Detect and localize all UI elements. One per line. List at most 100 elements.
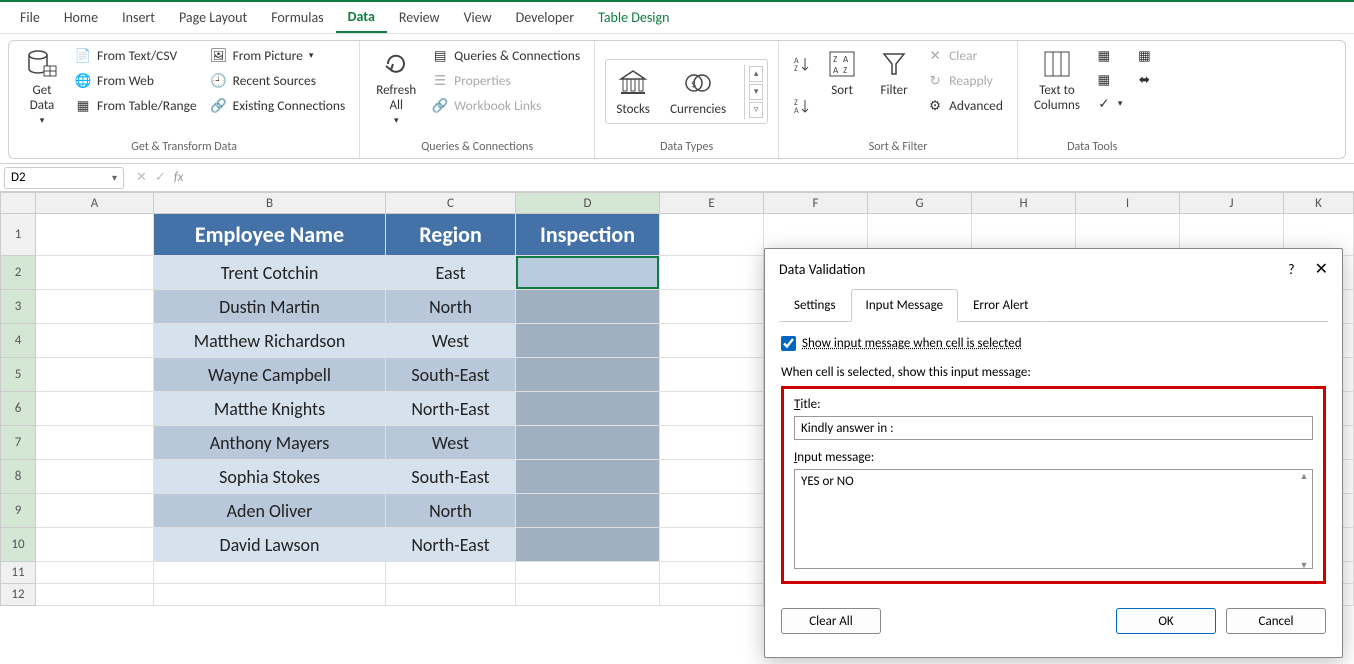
col-header-d[interactable]: D <box>516 192 660 214</box>
cell-d2[interactable] <box>516 256 660 290</box>
col-header-f[interactable]: F <box>764 192 868 214</box>
from-web-button[interactable]: 🌐From Web <box>71 70 201 91</box>
row-header-7[interactable]: 7 <box>0 426 36 460</box>
tab-input-message[interactable]: Input Message <box>851 289 959 322</box>
row-header-10[interactable]: 10 <box>0 528 36 562</box>
text-to-columns-button[interactable]: Text to Columns <box>1028 45 1086 115</box>
advanced-filter-button[interactable]: ⚙Advanced <box>923 95 1007 116</box>
currencies-type-button[interactable]: $ Currencies <box>664 64 732 119</box>
from-table-range-button[interactable]: ▦From Table/Range <box>71 95 201 116</box>
menu-view[interactable]: View <box>452 3 504 32</box>
gallery-scroller[interactable]: ▴▾▿ <box>744 65 763 119</box>
table-row[interactable]: East <box>386 256 516 290</box>
table-row[interactable]: North-East <box>386 392 516 426</box>
tab-settings[interactable]: Settings <box>779 289 851 322</box>
sort-asc-button[interactable]: AZ <box>789 54 813 74</box>
show-input-message-label[interactable]: Show input message when cell is selected <box>802 336 1022 351</box>
col-header-b[interactable]: B <box>154 192 386 214</box>
consolidate-button[interactable]: ▦ <box>1132 45 1156 65</box>
table-row[interactable]: Matthew Richardson <box>154 324 386 358</box>
table-row[interactable]: North <box>386 290 516 324</box>
sort-button[interactable]: ZAAZ Sort <box>819 45 865 100</box>
col-header-k[interactable]: K <box>1284 192 1354 214</box>
help-button[interactable]: ? <box>1288 261 1295 278</box>
cell[interactable] <box>516 528 660 562</box>
table-row[interactable]: Sophia Stokes <box>154 460 386 494</box>
menu-insert[interactable]: Insert <box>110 3 167 32</box>
row-header-8[interactable]: 8 <box>0 460 36 494</box>
table-row[interactable]: South-East <box>386 460 516 494</box>
table-row[interactable]: West <box>386 324 516 358</box>
cell[interactable] <box>516 460 660 494</box>
cancel-button[interactable]: Cancel <box>1226 608 1326 634</box>
show-input-message-checkbox[interactable] <box>781 336 796 351</box>
input-message-textarea[interactable] <box>794 469 1313 569</box>
table-header-employee[interactable]: Employee Name <box>154 214 386 256</box>
col-header-h[interactable]: H <box>972 192 1076 214</box>
row-header-2[interactable]: 2 <box>0 256 36 290</box>
table-header-region[interactable]: Region <box>386 214 516 256</box>
data-validation-button[interactable]: ✓▾ <box>1092 93 1127 113</box>
sort-desc-button[interactable]: ZA <box>789 96 813 116</box>
title-input[interactable] <box>794 416 1313 440</box>
clear-all-button[interactable]: Clear All <box>781 608 881 634</box>
menu-home[interactable]: Home <box>52 3 110 32</box>
textarea-scrollbar[interactable]: ▲▼ <box>1297 471 1311 571</box>
get-data-button[interactable]: Get Data ▾ <box>19 45 65 128</box>
row-header-1[interactable]: 1 <box>0 214 36 256</box>
table-row[interactable]: David Lawson <box>154 528 386 562</box>
table-header-inspection[interactable]: Inspection <box>516 214 660 256</box>
col-header-c[interactable]: C <box>386 192 516 214</box>
queries-connections-button[interactable]: ▤Queries & Connections <box>428 45 584 66</box>
refresh-all-button[interactable]: Refresh All ▾ <box>370 45 422 128</box>
relationships-button[interactable]: ⬌ <box>1132 69 1156 89</box>
table-row[interactable]: North <box>386 494 516 528</box>
recent-sources-button[interactable]: 🕘Recent Sources <box>207 70 350 91</box>
menu-page-layout[interactable]: Page Layout <box>167 3 259 32</box>
row-header-12[interactable]: 12 <box>0 584 36 606</box>
select-all-corner[interactable] <box>0 192 36 214</box>
close-icon[interactable]: ✕ <box>1315 259 1328 279</box>
cell[interactable] <box>516 358 660 392</box>
row-header-9[interactable]: 9 <box>0 494 36 528</box>
enter-formula-icon[interactable]: ✓ <box>155 170 166 185</box>
col-header-j[interactable]: J <box>1180 192 1284 214</box>
col-header-i[interactable]: I <box>1076 192 1180 214</box>
remove-duplicates-button[interactable]: ▦ <box>1092 69 1127 89</box>
formula-input[interactable] <box>191 167 1354 189</box>
row-header-11[interactable]: 11 <box>0 562 36 584</box>
chevron-down-icon[interactable]: ▾ <box>112 171 117 184</box>
menu-file[interactable]: File <box>8 3 52 32</box>
stocks-type-button[interactable]: Stocks <box>610 64 656 119</box>
menu-table-design[interactable]: Table Design <box>586 3 681 32</box>
table-row[interactable]: Wayne Campbell <box>154 358 386 392</box>
fx-icon[interactable]: fx <box>174 170 184 185</box>
table-row[interactable]: Trent Cotchin <box>154 256 386 290</box>
col-header-a[interactable]: A <box>36 192 154 214</box>
row-header-4[interactable]: 4 <box>0 324 36 358</box>
name-box[interactable]: D2 ▾ <box>4 167 124 189</box>
cell[interactable] <box>516 290 660 324</box>
menu-formulas[interactable]: Formulas <box>259 3 335 32</box>
col-header-g[interactable]: G <box>868 192 972 214</box>
cancel-formula-icon[interactable]: ✕ <box>136 170 147 185</box>
cell[interactable] <box>516 426 660 460</box>
menu-data[interactable]: Data <box>336 2 387 33</box>
row-header-6[interactable]: 6 <box>0 392 36 426</box>
row-header-5[interactable]: 5 <box>0 358 36 392</box>
cell[interactable] <box>516 324 660 358</box>
cell[interactable] <box>516 494 660 528</box>
existing-connections-button[interactable]: 🔗Existing Connections <box>207 95 350 116</box>
col-header-e[interactable]: E <box>660 192 764 214</box>
table-row[interactable]: Matthe Knights <box>154 392 386 426</box>
table-row[interactable]: South-East <box>386 358 516 392</box>
table-row[interactable]: North-East <box>386 528 516 562</box>
filter-button[interactable]: Filter <box>871 45 917 100</box>
cell[interactable] <box>36 214 154 256</box>
table-row[interactable]: Aden Oliver <box>154 494 386 528</box>
menu-developer[interactable]: Developer <box>504 3 586 32</box>
tab-error-alert[interactable]: Error Alert <box>958 289 1043 322</box>
table-row[interactable]: Dustin Martin <box>154 290 386 324</box>
table-row[interactable]: Anthony Mayers <box>154 426 386 460</box>
from-picture-button[interactable]: 🖼From Picture ▾ <box>207 45 350 66</box>
